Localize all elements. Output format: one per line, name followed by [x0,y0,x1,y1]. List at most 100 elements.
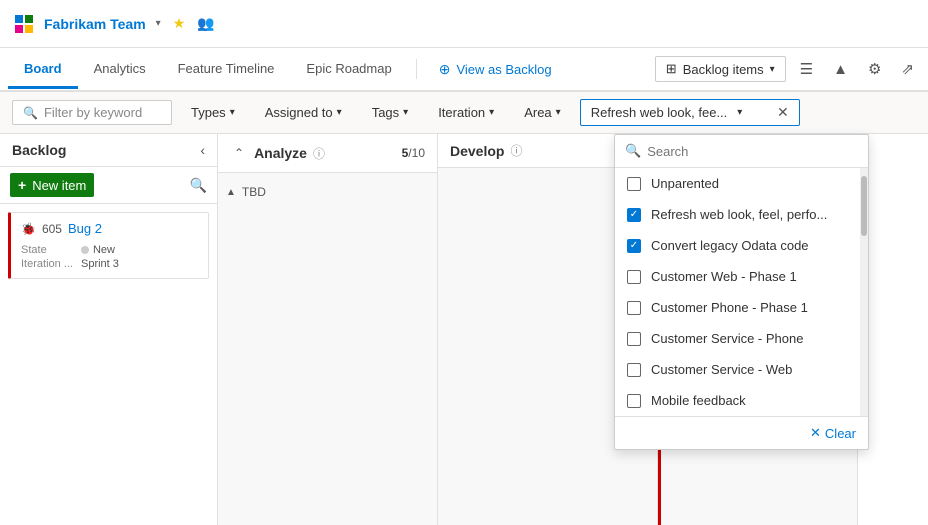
new-item-button[interactable]: + New item [10,173,94,197]
filter-area-dropdown[interactable]: Area ▾ [513,100,572,125]
active-filter-chevron-icon: ▾ [737,107,742,118]
tab-feature-timeline[interactable]: Feature Timeline [162,51,291,89]
dropdown-search-input[interactable] [647,144,858,159]
types-chevron-icon: ▾ [230,107,235,118]
develop-title: Develop [450,143,504,159]
work-item-id: 605 [42,222,62,236]
team-chevron-icon[interactable]: ▾ [156,18,161,29]
iteration-meta-label: Iteration ... [21,258,73,270]
scrollbar-track[interactable] [860,168,868,416]
team-name[interactable]: Fabrikam Team [44,16,146,32]
dropdown-label-convert: Convert legacy Odata code [651,238,809,253]
bug-icon: 🐞 [21,222,36,236]
scrollbar-thumb [861,176,867,236]
settings-button[interactable]: ⚙ [862,56,887,82]
backlog-items-chevron-icon: ▾ [770,64,775,75]
clear-x-icon: ✕ [810,425,821,441]
backlog-items-label: Backlog items [683,62,764,77]
dropdown-item-customer-phone[interactable]: Customer Phone - Phase 1 [615,292,868,323]
iteration-meta-value: Sprint 3 [81,258,198,270]
active-filter-tag[interactable]: Refresh web look, fee... ▾ ✕ [580,99,800,126]
analyze-collapse-button[interactable]: ⌃ [230,142,248,164]
analyze-info-icon[interactable]: ⓘ [313,145,325,162]
swim-lane-tbd[interactable]: ▲ TBD [226,181,429,203]
favorite-icon[interactable]: ★ [173,15,186,32]
iteration-chevron-icon: ▾ [489,107,494,118]
types-label: Types [191,105,226,120]
filter-types-dropdown[interactable]: Types ▾ [180,100,246,125]
active-filter-label: Refresh web look, fee... [591,105,728,120]
app-icon [12,12,36,36]
dropdown-item-mobile[interactable]: Mobile feedback [615,385,868,416]
fullscreen-button[interactable]: ⇗ [895,56,920,82]
assigned-to-label: Assigned to [265,105,333,120]
dropdown-footer: ✕ Clear [615,416,868,449]
filter-assigned-to-dropdown[interactable]: Assigned to ▾ [254,100,353,125]
nav-tabs: Board Analytics Feature Timeline Epic Ro… [0,48,928,92]
state-text: New [93,244,115,256]
dropdown-label-cs-phone: Customer Service - Phone [651,331,803,346]
dropdown-label-customer-phone: Customer Phone - Phase 1 [651,300,808,315]
work-item-header: 🐞 605 Bug 2 [21,221,198,236]
work-item-meta: State New Iteration ... Sprint 3 [21,244,198,270]
analyze-count: 5/10 [402,146,425,160]
checkbox-cs-phone [627,332,641,346]
iteration-dropdown-panel: 🔍 Unparented ✓ Refresh web look, feel, p… [614,134,869,450]
backlog-items-grid-icon: ⊞ [666,61,677,77]
work-item-title[interactable]: Bug 2 [68,221,102,236]
backlog-collapse-icon[interactable]: ‹ [200,142,205,158]
checkbox-unparented [627,177,641,191]
dropdown-label-cs-web: Customer Service - Web [651,362,792,377]
filter-keyword-input[interactable]: 🔍 Filter by keyword [12,100,172,125]
backlog-toolbar: + New item 🔍 [0,167,217,204]
tab-analytics[interactable]: Analytics [78,51,162,89]
analyze-content: ▲ TBD [218,173,437,525]
filter-iteration-dropdown[interactable]: Iteration ▾ [427,100,505,125]
analyze-title: Analyze [254,145,307,161]
state-value: New [81,244,198,256]
column-options-button[interactable]: ☰ [794,56,819,82]
filter-tags-dropdown[interactable]: Tags ▾ [361,100,420,125]
assigned-to-chevron-icon: ▾ [337,107,342,118]
filter-button[interactable]: ▲ [827,57,854,82]
dropdown-label-mobile: Mobile feedback [651,393,746,408]
checkbox-cs-web [627,363,641,377]
area-label: Area [524,105,551,120]
dropdown-label-refresh: Refresh web look, feel, perfo... [651,207,827,222]
dropdown-list: Unparented ✓ Refresh web look, feel, per… [615,168,868,416]
filter-bar: 🔍 Filter by keyword Types ▾ Assigned to … [0,92,928,134]
backlog-search-button[interactable]: 🔍 [190,177,207,194]
tab-board[interactable]: Board [8,51,78,89]
column-analyze: ⌃ Analyze ⓘ 5/10 ▲ TBD [218,134,438,525]
dropdown-item-cs-phone[interactable]: Customer Service - Phone [615,323,868,354]
dropdown-item-customer-web[interactable]: Customer Web - Phase 1 [615,261,868,292]
tab-epic-roadmap[interactable]: Epic Roadmap [290,51,407,89]
nav-divider [416,59,417,79]
develop-info-icon[interactable]: ⓘ [510,142,522,159]
dropdown-item-refresh[interactable]: ✓ Refresh web look, feel, perfo... [615,199,868,230]
work-item-card[interactable]: 🐞 605 Bug 2 State New Iteration ... Spri… [8,212,209,279]
checkbox-customer-phone [627,301,641,315]
dropdown-label-unparented: Unparented [651,176,719,191]
dropdown-item-convert[interactable]: ✓ Convert legacy Odata code [615,230,868,261]
tags-label: Tags [372,105,399,120]
iteration-label: Iteration [438,105,485,120]
clear-button[interactable]: ✕ Clear [810,425,856,441]
dropdown-item-unparented[interactable]: Unparented [615,168,868,199]
backlog-items-list: 🐞 605 Bug 2 State New Iteration ... Spri… [0,204,217,525]
checkbox-refresh: ✓ [627,208,641,222]
tags-chevron-icon: ▾ [403,107,408,118]
view-backlog-icon: ⊕ [439,61,451,78]
analyze-count-total: 10 [412,146,425,160]
app-bar: Fabrikam Team ▾ ★ 👥 [0,0,928,48]
backlog-title: Backlog [12,142,200,158]
dropdown-search-bar: 🔍 [615,135,868,168]
close-filter-icon[interactable]: ✕ [777,104,789,121]
dropdown-item-cs-web[interactable]: Customer Service - Web [615,354,868,385]
area-chevron-icon: ▾ [556,107,561,118]
checkbox-customer-web [627,270,641,284]
backlog-items-button[interactable]: ⊞ Backlog items ▾ [655,56,786,82]
view-as-backlog-button[interactable]: ⊕ View as Backlog [425,55,566,84]
filter-search-icon: 🔍 [23,106,38,120]
manage-team-icon[interactable]: 👥 [197,15,214,32]
